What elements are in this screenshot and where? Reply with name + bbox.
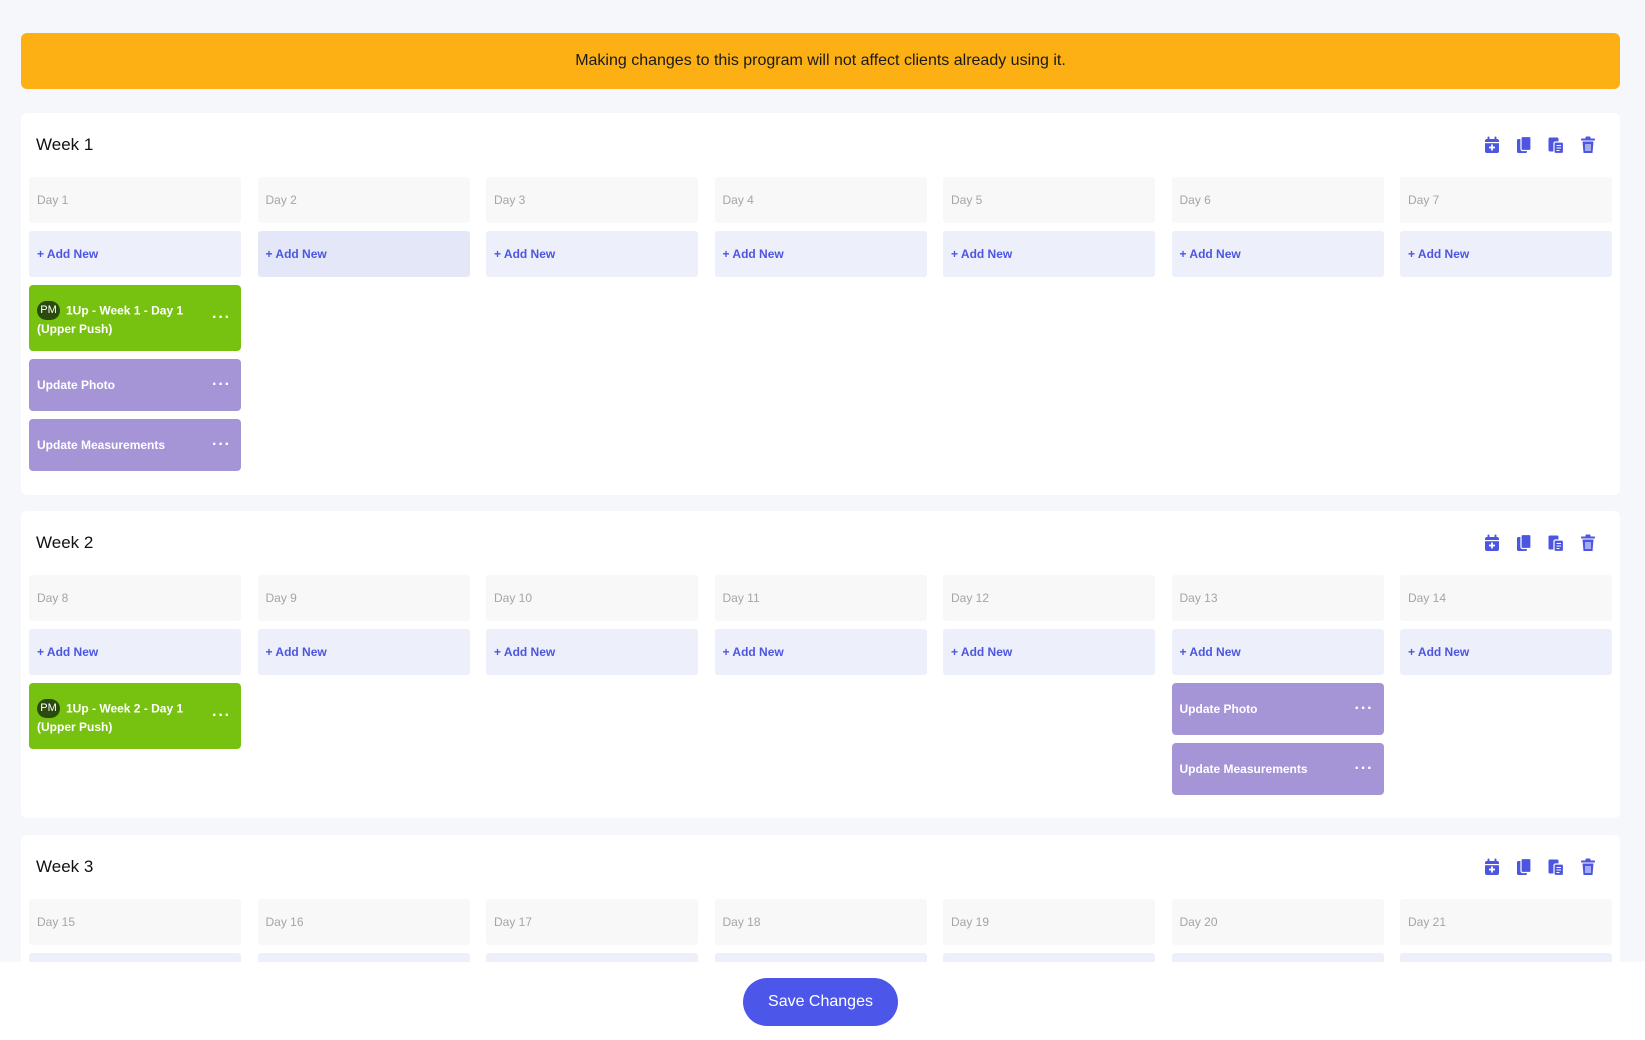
- day-column: Day 1 + Add New PM 1Up - Week 1 - Day 1 (Up…: [29, 177, 241, 471]
- day-grid: Day 8 + Add New PM 1Up - Week 2 - Day 1 (Up…: [29, 575, 1612, 795]
- copy-icon[interactable]: [1514, 135, 1534, 155]
- day-label: Day 12: [943, 575, 1155, 621]
- day-column: Day 9 + Add New: [257, 575, 470, 795]
- day-column: Day 5 + Add New: [943, 177, 1155, 471]
- add-new-button[interactable]: + Add New: [714, 231, 927, 277]
- add-new-button[interactable]: + Add New: [1400, 629, 1612, 675]
- day-label: Day 16: [257, 899, 470, 945]
- add-new-button[interactable]: + Add New: [486, 231, 698, 277]
- day-column: Day 10 + Add New: [486, 575, 698, 795]
- more-options-icon[interactable]: ···: [212, 708, 231, 724]
- add-new-button[interactable]: + Add New: [1400, 231, 1612, 277]
- day-label: Day 20: [1171, 899, 1384, 945]
- notice-banner: Making changes to this program will not …: [21, 33, 1620, 89]
- calendar-add-icon[interactable]: [1482, 857, 1502, 877]
- task-card[interactable]: Update Photo ···: [29, 359, 241, 411]
- day-label: Day 11: [714, 575, 927, 621]
- add-new-button[interactable]: + Add New: [1171, 629, 1384, 675]
- day-column: Day 6 + Add New: [1171, 177, 1384, 471]
- day-label: Day 10: [486, 575, 698, 621]
- more-options-icon[interactable]: ···: [212, 310, 231, 326]
- day-label: Day 6: [1171, 177, 1384, 223]
- calendar-add-icon[interactable]: [1482, 135, 1502, 155]
- week-section: Week 1 Day 1 + Add New PM 1Up - Week 1 - Day…: [21, 113, 1620, 495]
- copy-icon[interactable]: [1514, 857, 1534, 877]
- add-new-button[interactable]: + Add New: [257, 629, 470, 675]
- workout-card[interactable]: PM 1Up - Week 1 - Day 1 (Upper Push) ···: [29, 285, 241, 351]
- day-column: Day 2 + Add New: [257, 177, 470, 471]
- add-new-button[interactable]: + Add New: [943, 231, 1155, 277]
- more-options-icon[interactable]: ···: [1355, 701, 1374, 717]
- add-new-button[interactable]: + Add New: [943, 629, 1155, 675]
- day-label: Day 7: [1400, 177, 1612, 223]
- paste-icon[interactable]: [1546, 857, 1566, 877]
- task-card[interactable]: Update Photo ···: [1171, 683, 1384, 735]
- add-new-button[interactable]: + Add New: [29, 629, 241, 675]
- day-label: Day 8: [29, 575, 241, 621]
- day-column: Day 11 + Add New: [714, 575, 927, 795]
- day-label: Day 3: [486, 177, 698, 223]
- day-label: Day 9: [257, 575, 470, 621]
- card-title-text: Update Measurements: [37, 437, 166, 452]
- add-new-button[interactable]: + Add New: [257, 231, 470, 277]
- week-section: Week 2 Day 8 + Add New PM 1Up - Week 2 - Day…: [21, 511, 1620, 818]
- day-label: Day 19: [943, 899, 1155, 945]
- workout-card[interactable]: PM 1Up - Week 2 - Day 1 (Upper Push) ···: [29, 683, 241, 749]
- trash-icon[interactable]: [1578, 857, 1598, 877]
- add-new-button[interactable]: + Add New: [29, 231, 241, 277]
- calendar-add-icon[interactable]: [1482, 533, 1502, 553]
- trash-icon[interactable]: [1578, 533, 1598, 553]
- day-column: Day 7 + Add New: [1400, 177, 1612, 471]
- add-new-button[interactable]: + Add New: [714, 629, 927, 675]
- card-title-text: Update Measurements: [1179, 761, 1308, 776]
- card-title: PM 1Up - Week 1 - Day 1 (Upper Push): [37, 301, 201, 338]
- task-card[interactable]: Update Measurements ···: [29, 419, 241, 471]
- card-title: Update Photo: [37, 377, 115, 394]
- day-label: Day 2: [257, 177, 470, 223]
- card-title: PM 1Up - Week 2 - Day 1 (Upper Push): [37, 699, 201, 736]
- week-title: Week 1: [36, 135, 94, 154]
- day-column: Day 13 + Add New Update Photo ··· Update Mea…: [1171, 575, 1384, 795]
- week-actions: [1482, 135, 1598, 155]
- day-label: Day 13: [1171, 575, 1384, 621]
- day-label: Day 15: [29, 899, 241, 945]
- week-actions: [1482, 533, 1598, 553]
- paste-icon[interactable]: [1546, 533, 1566, 553]
- day-label: Day 18: [714, 899, 927, 945]
- card-title: Update Measurements: [1180, 761, 1308, 778]
- card-title-text: Update Photo: [1179, 701, 1258, 716]
- day-label: Day 21: [1400, 899, 1612, 945]
- card-title: Update Measurements: [37, 437, 165, 454]
- week-title: Week 2: [36, 533, 94, 552]
- more-options-icon[interactable]: ···: [212, 377, 231, 393]
- card-title-text: Update Photo: [37, 377, 115, 392]
- day-label: Day 14: [1400, 575, 1612, 621]
- day-label: Day 1: [29, 177, 241, 223]
- day-label: Day 17: [486, 899, 698, 945]
- day-column: Day 4 + Add New: [714, 177, 927, 471]
- day-label: Day 4: [714, 177, 927, 223]
- week-title: Week 3: [36, 857, 94, 876]
- day-grid: Day 1 + Add New PM 1Up - Week 1 - Day 1 (Up…: [29, 177, 1612, 471]
- card-title: Update Photo: [1180, 701, 1258, 718]
- more-options-icon[interactable]: ···: [212, 437, 231, 453]
- copy-icon[interactable]: [1514, 533, 1534, 553]
- notice-message: Making changes to this program will not …: [575, 52, 1066, 69]
- avatar: PM: [37, 699, 60, 718]
- add-new-button[interactable]: + Add New: [1171, 231, 1384, 277]
- day-column: Day 8 + Add New PM 1Up - Week 2 - Day 1 (Up…: [29, 575, 241, 795]
- day-column: Day 14 + Add New: [1400, 575, 1612, 795]
- paste-icon[interactable]: [1546, 135, 1566, 155]
- avatar: PM: [37, 301, 60, 320]
- save-changes-button[interactable]: Save Changes: [743, 978, 898, 1026]
- footer-bar: Save Changes: [0, 962, 1645, 1040]
- day-label: Day 5: [943, 177, 1155, 223]
- day-column: Day 12 + Add New: [943, 575, 1155, 795]
- add-new-button[interactable]: + Add New: [486, 629, 698, 675]
- week-actions: [1482, 857, 1598, 877]
- trash-icon[interactable]: [1578, 135, 1598, 155]
- day-column: Day 3 + Add New: [486, 177, 698, 471]
- more-options-icon[interactable]: ···: [1355, 761, 1374, 777]
- task-card[interactable]: Update Measurements ···: [1171, 743, 1384, 795]
